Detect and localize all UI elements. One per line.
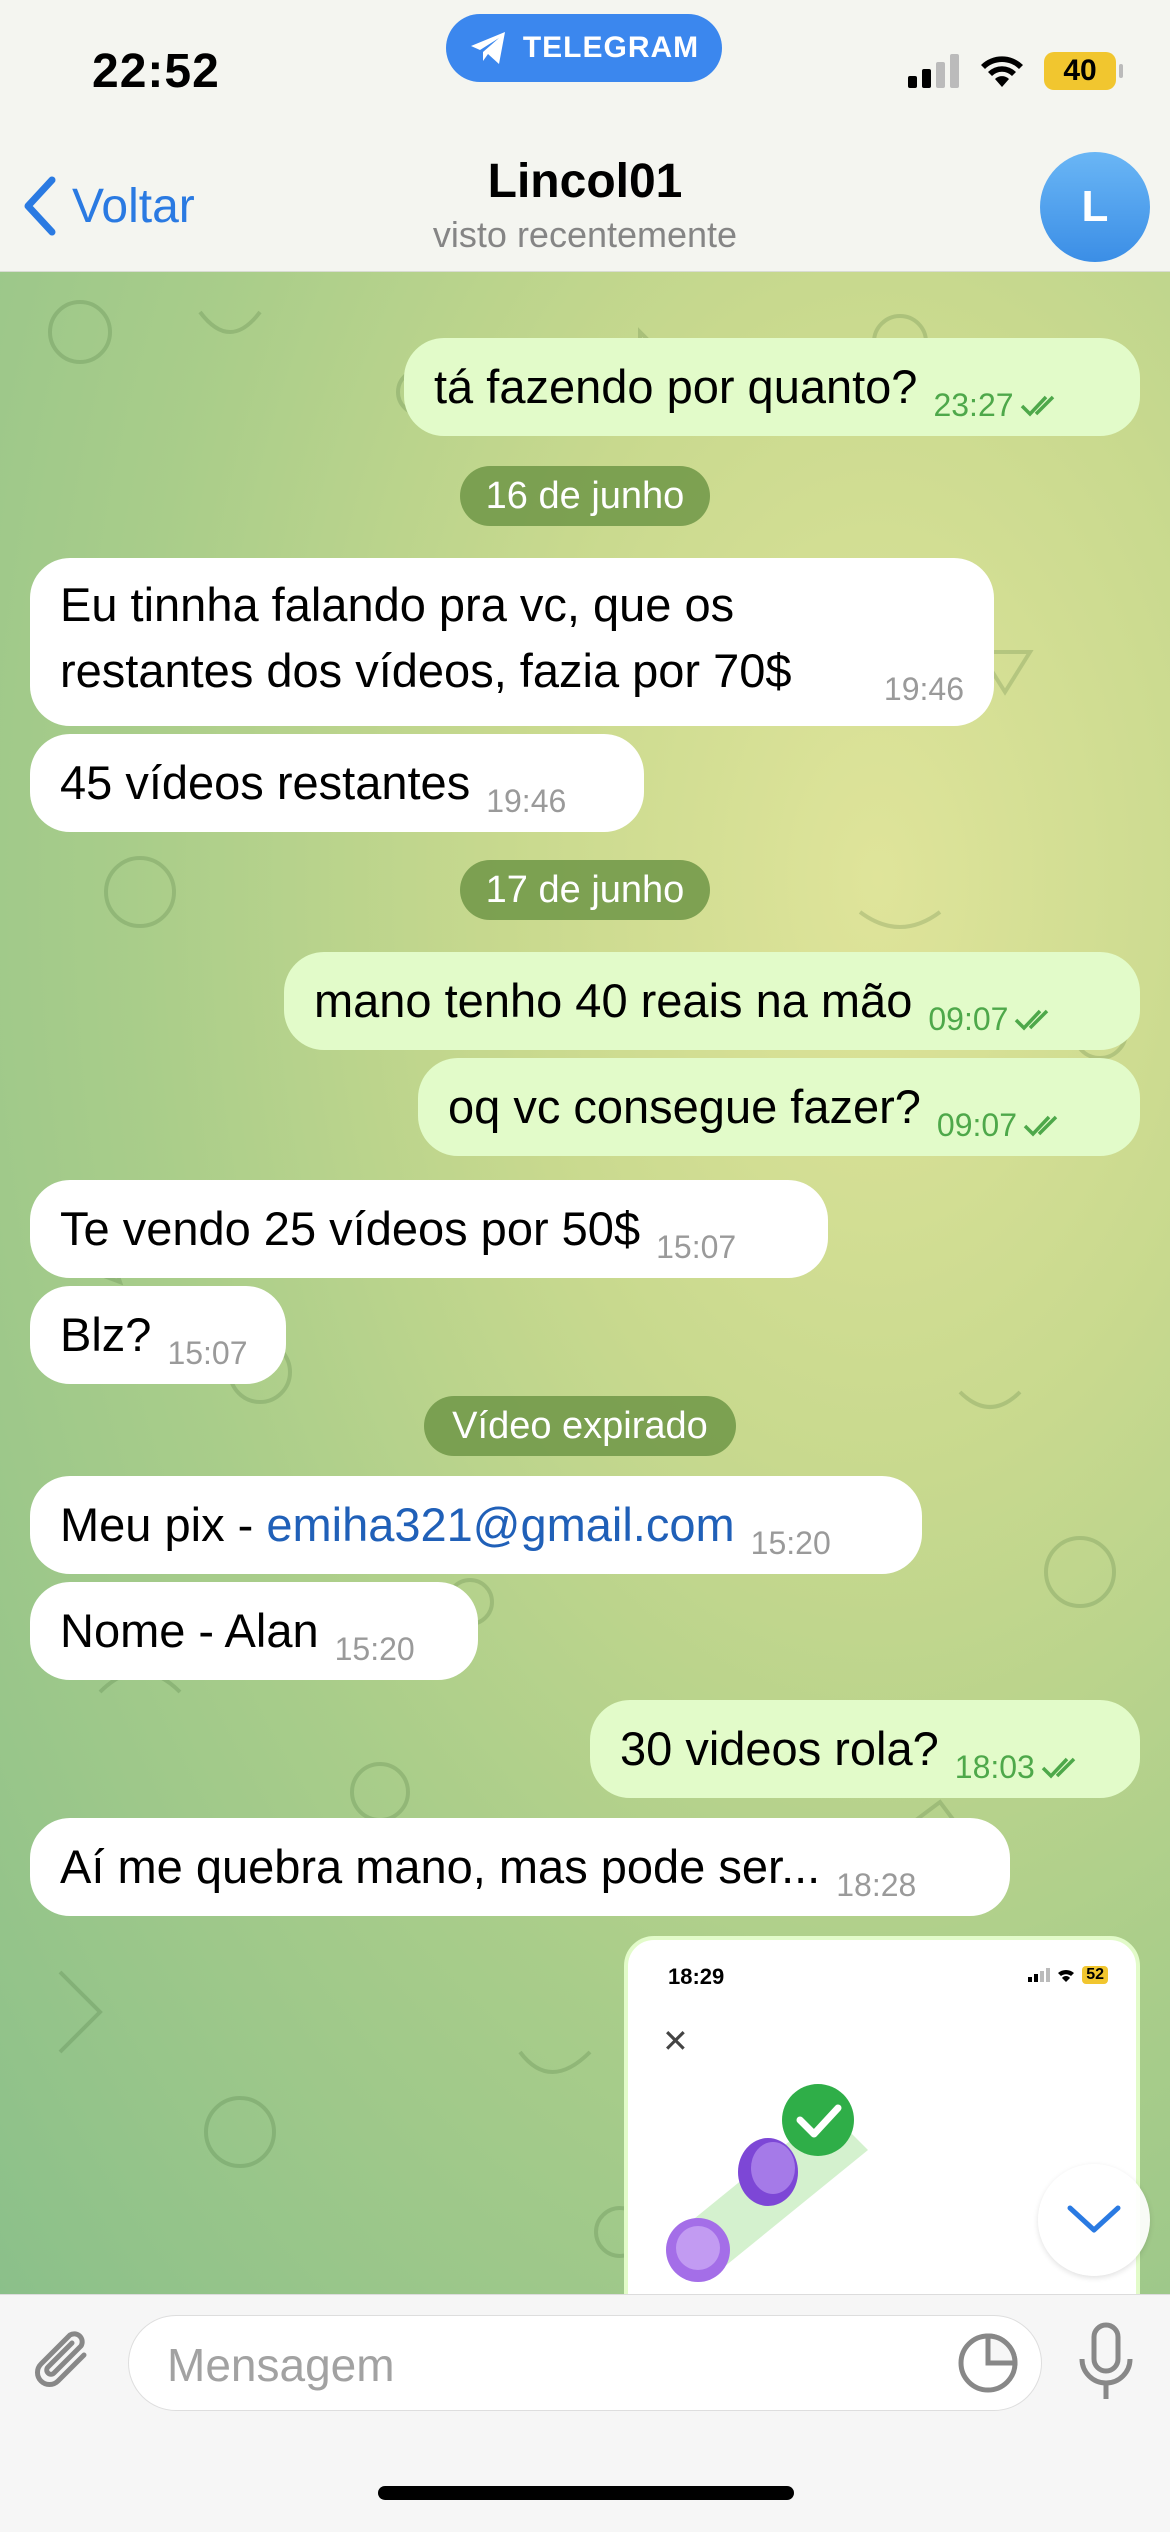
telegram-plane-icon	[470, 32, 505, 64]
message-outgoing[interactable]: mano tenho 40 reais na mão 09:07	[284, 952, 1140, 1050]
message-text-line: restantes dos vídeos, fazia por 70$	[60, 644, 792, 697]
chevron-down-icon	[1067, 2205, 1121, 2233]
message-incoming[interactable]: Nome - Alan 15:20	[30, 1582, 478, 1680]
expired-video-notice: Vídeo expirado	[424, 1396, 736, 1456]
scroll-to-bottom-button[interactable]	[1038, 2164, 1150, 2276]
telegram-pill[interactable]: TELEGRAM	[446, 14, 722, 82]
wifi-icon	[981, 56, 1023, 87]
status-time: 22:52	[92, 45, 220, 98]
message-meta: 09:07	[928, 1001, 1056, 1038]
status-bar: 22:52 TELEGRAM 40	[0, 0, 1170, 140]
email-link[interactable]: emiha321@gmail.com	[266, 1492, 734, 1558]
message-time: 23:27	[933, 387, 1014, 423]
double-check-icon	[1023, 1115, 1058, 1137]
message-text: Nome - Alan	[60, 1604, 319, 1657]
message-text: Aí me quebra mano, mas pode ser...	[60, 1840, 821, 1893]
message-outgoing[interactable]: 30 videos rola? 18:03	[590, 1700, 1140, 1798]
message-text: mano tenho 40 reais na mão	[314, 974, 913, 1027]
message-input[interactable]: Mensagem	[128, 2315, 1042, 2411]
message-time: 18:03	[954, 1749, 1035, 1785]
message-outgoing[interactable]: tá fazendo por quanto? 23:27	[404, 338, 1140, 436]
chat-title[interactable]: Lincol01	[0, 154, 1170, 209]
sticker-icon	[958, 2333, 1018, 2393]
message-incoming[interactable]: Blz? 15:07	[30, 1286, 286, 1384]
message-incoming[interactable]: 45 vídeos restantes 19:46	[30, 734, 644, 832]
attach-button[interactable]	[28, 2325, 104, 2401]
home-indicator	[378, 2486, 794, 2500]
paperclip-icon	[35, 2331, 87, 2387]
message-time: 15:07	[167, 1335, 248, 1371]
signal-icon	[908, 54, 959, 88]
chat-area[interactable]: tá fazendo por quanto? 23:27 16 de junho…	[0, 272, 1170, 2294]
message-incoming[interactable]: Te vendo 25 vídeos por 50$ 15:07	[30, 1180, 828, 1278]
microphone-icon	[1079, 2322, 1133, 2399]
chat-header: Voltar Lincol01 visto recentemente L	[0, 140, 1170, 272]
message-placeholder: Mensagem	[167, 2339, 395, 2391]
message-text: oq vc consegue fazer?	[448, 1080, 921, 1133]
telegram-pill-label: TELEGRAM	[522, 31, 700, 64]
double-check-icon	[1015, 1009, 1049, 1031]
message-time: 15:20	[334, 1631, 415, 1667]
message-incoming[interactable]: Eu tinnha falando pra vc, que os restant…	[30, 558, 994, 726]
message-meta: 18:03	[955, 1749, 1083, 1786]
double-check-icon	[1020, 395, 1054, 417]
message-meta: 09:07	[937, 1107, 1065, 1144]
message-time: 15:07	[656, 1229, 737, 1265]
message-outgoing[interactable]: oq vc consegue fazer? 09:07	[418, 1058, 1140, 1156]
message-text: 30 videos rola?	[620, 1722, 939, 1775]
message-time: 15:20	[750, 1525, 831, 1561]
message-text: Te vendo 25 vídeos por 50$	[60, 1202, 641, 1255]
message-time: 18:28	[836, 1867, 917, 1903]
message-text: Blz?	[60, 1308, 152, 1361]
message-text-line: Eu tinnha falando pra vc, que os	[60, 578, 735, 631]
message-time: 19:46	[883, 671, 964, 707]
contact-avatar[interactable]: L	[1040, 152, 1150, 262]
last-seen-status: visto recentemente	[432, 214, 738, 255]
message-text: 45 vídeos restantes	[60, 756, 471, 809]
message-meta: 23:27	[933, 387, 1061, 424]
message-incoming[interactable]: Meu pix - emiha321@gmail.com 15:20	[30, 1476, 922, 1574]
message-text-prefix: Meu pix -	[60, 1498, 267, 1551]
double-check-icon	[1041, 1757, 1076, 1779]
message-incoming[interactable]: Aí me quebra mano, mas pode ser... 18:28	[30, 1818, 1010, 1916]
message-text: tá fazendo por quanto?	[434, 360, 918, 413]
sticker-button[interactable]	[955, 2330, 1021, 2396]
battery-indicator: 40	[1044, 52, 1123, 90]
status-indicators: 40	[908, 52, 1123, 90]
message-time: 09:07	[936, 1107, 1017, 1143]
date-separator: 17 de junho	[460, 860, 710, 920]
date-separator: 16 de junho	[460, 466, 710, 526]
voice-message-button[interactable]	[1074, 2321, 1138, 2405]
message-time: 09:07	[928, 1001, 1009, 1037]
message-time: 19:46	[486, 783, 567, 819]
